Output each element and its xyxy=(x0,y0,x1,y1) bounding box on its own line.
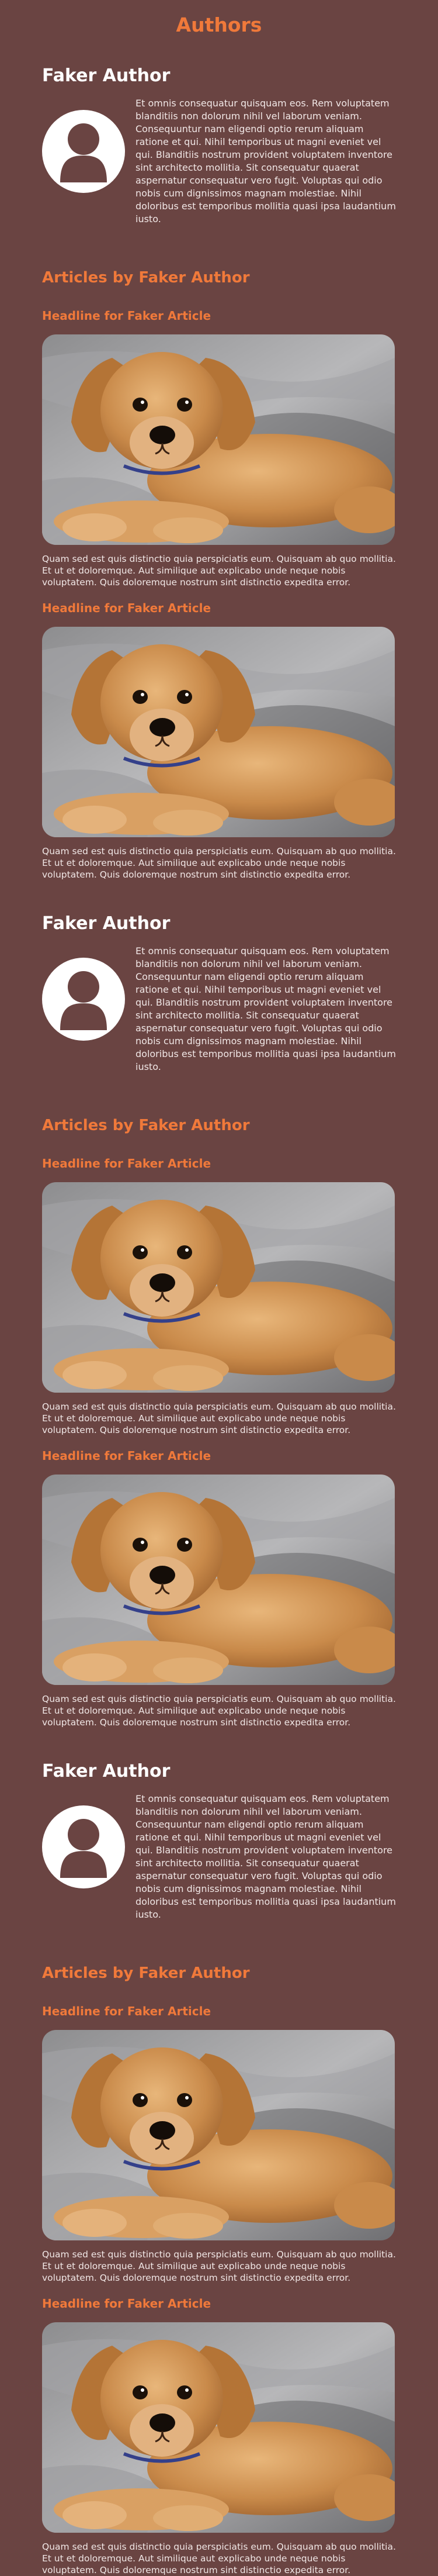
author-name: Faker Author xyxy=(42,65,171,86)
authors-page: Authors Faker Author Et omnis consequatu… xyxy=(0,0,438,2576)
puppy-photo xyxy=(42,2030,395,2240)
author-profile: Et omnis consequatur quisquam eos. Rem v… xyxy=(42,97,396,226)
author-section: Faker Author Et omnis consequatur quisqu… xyxy=(0,64,438,880)
article-text: Quam sed est quis distinctio quia perspi… xyxy=(42,2249,396,2283)
author-section: Faker Author Et omnis consequatur quisqu… xyxy=(0,912,438,1728)
puppy-photo xyxy=(42,1182,395,1393)
articles-heading: Articles by Faker Author xyxy=(42,1117,250,1134)
article-text: Quam sed est quis distinctio quia perspi… xyxy=(42,846,396,880)
article-card: Headline for Faker Article Quam sed est … xyxy=(42,308,396,588)
articles-heading: Articles by Faker Author xyxy=(42,269,250,286)
user-silhouette-icon xyxy=(60,1819,107,1878)
article-card: Headline for Faker Article Quam sed est … xyxy=(42,1448,396,1728)
article-image[interactable] xyxy=(42,334,395,545)
avatar xyxy=(42,110,125,193)
article-image[interactable] xyxy=(42,1182,395,1393)
user-silhouette-icon xyxy=(60,971,107,1030)
author-name: Faker Author xyxy=(42,913,171,934)
article-headline[interactable]: Headline for Faker Article xyxy=(42,600,396,616)
article-text: Quam sed est quis distinctio quia perspi… xyxy=(42,554,396,588)
article-headline[interactable]: Headline for Faker Article xyxy=(42,1448,396,1464)
page-title: Authors xyxy=(176,13,262,36)
article-text: Quam sed est quis distinctio quia perspi… xyxy=(42,1694,396,1728)
puppy-photo xyxy=(42,1475,395,1685)
article-headline[interactable]: Headline for Faker Article xyxy=(42,308,396,324)
article-headline[interactable]: Headline for Faker Article xyxy=(42,2003,396,2019)
author-name: Faker Author xyxy=(42,1761,171,1781)
article-card: Headline for Faker Article Quam sed est … xyxy=(42,2295,396,2576)
article-headline[interactable]: Headline for Faker Article xyxy=(42,2295,396,2312)
avatar xyxy=(42,1805,125,1888)
puppy-photo xyxy=(42,334,395,545)
author-bio: Et omnis consequatur quisquam eos. Rem v… xyxy=(135,945,396,1072)
article-text: Quam sed est quis distinctio quia perspi… xyxy=(42,1401,396,1435)
avatar xyxy=(42,958,125,1041)
puppy-photo xyxy=(42,627,395,837)
article-card: Headline for Faker Article Quam sed est … xyxy=(42,2003,396,2284)
article-image[interactable] xyxy=(42,2030,395,2240)
author-section: Faker Author Et omnis consequatur quisqu… xyxy=(0,1760,438,2576)
article-card: Headline for Faker Article Quam sed est … xyxy=(42,600,396,880)
article-card: Headline for Faker Article Quam sed est … xyxy=(42,1155,396,1436)
article-image[interactable] xyxy=(42,1475,395,1685)
user-silhouette-icon xyxy=(60,123,107,182)
author-profile: Et omnis consequatur quisquam eos. Rem v… xyxy=(42,945,396,1073)
author-profile: Et omnis consequatur quisquam eos. Rem v… xyxy=(42,1793,396,1921)
articles-heading: Articles by Faker Author xyxy=(42,1964,250,1982)
author-bio: Et omnis consequatur quisquam eos. Rem v… xyxy=(135,98,396,225)
article-text: Quam sed est quis distinctio quia perspi… xyxy=(42,2542,396,2575)
author-bio: Et omnis consequatur quisquam eos. Rem v… xyxy=(135,1793,396,1920)
puppy-photo xyxy=(42,2322,395,2533)
article-image[interactable] xyxy=(42,2322,395,2533)
article-image[interactable] xyxy=(42,627,395,837)
article-headline[interactable]: Headline for Faker Article xyxy=(42,1155,396,1172)
